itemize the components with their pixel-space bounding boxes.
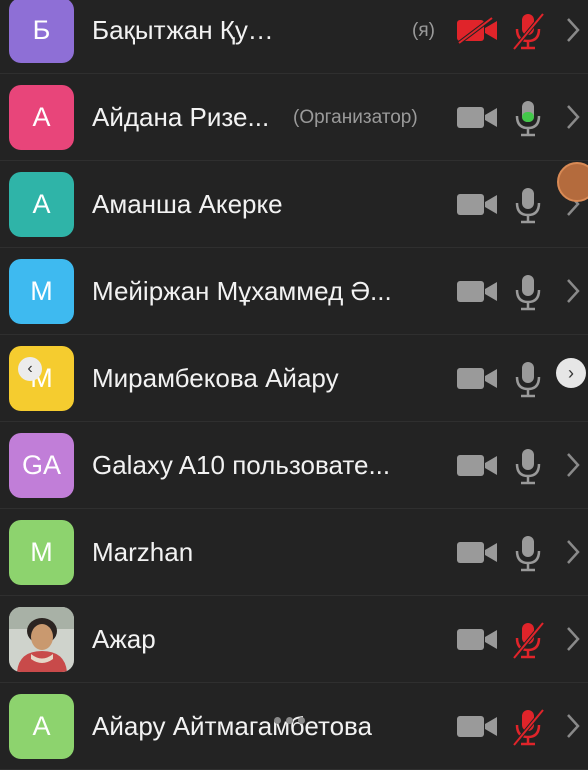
mic-icon[interactable] <box>510 272 546 312</box>
mic-active-icon[interactable] <box>510 98 546 138</box>
chevron-right-icon[interactable] <box>563 624 583 654</box>
mic-muted-icon[interactable] <box>510 707 546 747</box>
avatar-initials: А <box>32 102 51 132</box>
page-indicator <box>274 717 305 724</box>
avatar-initials: М <box>30 276 53 306</box>
avatar: М <box>9 259 74 324</box>
camera-icon[interactable] <box>456 626 498 653</box>
avatar: M <box>9 520 74 585</box>
scroll-right-arrow-icon[interactable]: › <box>556 358 586 388</box>
participant-name: Мейіржан Мұхаммед Ә... <box>92 276 392 306</box>
participants-list: Б Бақытжан Қуандыққ... (я) А Айдана Ризе… <box>0 0 588 770</box>
participant-name: Marzhan <box>92 537 194 567</box>
camera-icon[interactable] <box>456 713 498 740</box>
participant-row[interactable]: GA Galaxy A10 пользовате... <box>0 422 588 509</box>
participant-tag: (я) <box>412 20 435 41</box>
participant-row[interactable]: А Айару Айтмагамбетова <box>0 683 588 770</box>
avatar: GA <box>9 433 74 498</box>
mic-muted-icon[interactable] <box>510 620 546 660</box>
camera-icon[interactable] <box>456 278 498 305</box>
camera-icon[interactable] <box>456 539 498 566</box>
mic-icon[interactable] <box>510 185 546 225</box>
page-dot <box>298 717 305 724</box>
mic-icon[interactable] <box>510 359 546 399</box>
participant-name: Айару Айтмагамбетова <box>92 711 373 741</box>
participant-row[interactable]: А Аманша Акерке <box>0 161 588 248</box>
avatar-initials: А <box>32 189 51 219</box>
participant-row[interactable]: Б Бақытжан Қуандыққ... (я) <box>0 0 588 74</box>
participant-name: Мирамбекова Айару <box>92 363 339 393</box>
participant-row[interactable]: M Marzhan <box>0 509 588 596</box>
chevron-right-icon[interactable] <box>563 711 583 741</box>
participant-name: Galaxy A10 пользовате... <box>92 450 391 480</box>
participant-name: Ажар <box>92 624 156 654</box>
avatar: М <box>9 346 74 411</box>
chevron-right-icon[interactable] <box>563 102 583 132</box>
chevron-right-icon[interactable] <box>563 276 583 306</box>
chevron-right-icon[interactable] <box>563 537 583 567</box>
avatar-initials: Б <box>32 15 51 45</box>
chevron-right-icon[interactable] <box>563 450 583 480</box>
page-dot <box>286 717 293 724</box>
participant-row[interactable]: Ажар <box>0 596 588 683</box>
camera-icon[interactable] <box>456 365 498 392</box>
avatar-photo <box>9 607 74 672</box>
participant-row[interactable]: М Мирамбекова Айару <box>0 335 588 422</box>
avatar: А <box>9 172 74 237</box>
avatar-initials: GA <box>21 450 61 480</box>
camera-icon[interactable] <box>456 452 498 479</box>
participant-row[interactable]: А Айдана Ризе... (Организатор) <box>0 74 588 161</box>
page-dot <box>274 717 281 724</box>
avatar-initials: M <box>30 537 53 567</box>
camera-icon[interactable] <box>456 104 498 131</box>
avatar-initials: А <box>32 711 51 741</box>
scroll-left-arrow-icon[interactable]: ‹ <box>18 357 42 381</box>
participant-row[interactable]: М Мейіржан Мұхаммед Ә... <box>0 248 588 335</box>
camera-icon[interactable] <box>456 191 498 218</box>
person-photo-icon <box>9 607 74 672</box>
mic-muted-icon[interactable] <box>510 11 546 51</box>
participant-name: Айдана Ризе... <box>92 102 270 132</box>
avatar: А <box>9 694 74 759</box>
chevron-right-icon[interactable] <box>563 15 583 45</box>
avatar: А <box>9 85 74 150</box>
participant-tag: (Организатор) <box>293 107 418 128</box>
camera-off-icon[interactable] <box>456 17 498 44</box>
participant-name: Аманша Акерке <box>92 189 283 219</box>
mic-icon[interactable] <box>510 533 546 573</box>
mic-icon[interactable] <box>510 446 546 486</box>
participant-name: Бақытжан Қуандыққ... <box>92 15 288 45</box>
avatar: Б <box>9 0 74 63</box>
